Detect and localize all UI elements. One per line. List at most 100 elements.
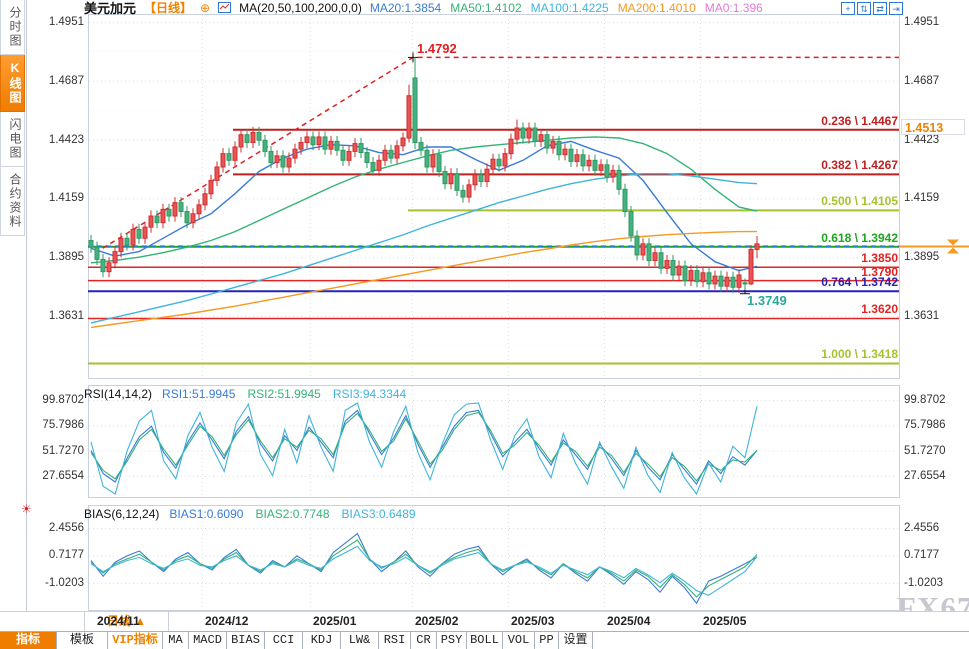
price-axis-label: 1.4159 [28, 192, 84, 204]
ma-params-label[interactable]: MA(20,50,100,200,0,0) [239, 1, 362, 15]
price-axis-label: 1.4951 [28, 16, 84, 28]
toolbar-item-boll[interactable]: BOLL [467, 632, 503, 649]
period-tag: 【日线】 [144, 0, 192, 16]
toolbar-item-macd[interactable]: MACD [189, 632, 227, 649]
bias-axis-label: 0.7177 [28, 549, 84, 561]
indicator-value-label: BIAS2:0.7748 [255, 507, 329, 521]
toolbar-item-templates[interactable]: 模板 [57, 632, 108, 649]
ma-lines [91, 137, 757, 328]
rsi-header: RSI(14,14,2) RSI1:51.9945RSI2:51.9945RSI… [84, 387, 418, 401]
symbol-title: 美元加元 [84, 0, 136, 17]
sidebar-tab-contract-info[interactable]: 合约资料 [0, 167, 25, 236]
rsi-axis-label: 99.8702 [28, 394, 84, 406]
sidebar-tab-flash-chart[interactable]: 闪电图 [0, 112, 25, 167]
fib-level-label: 0.764 \ 1.3742 [768, 276, 898, 289]
bias-title[interactable]: BIAS(6,12,24) [84, 507, 159, 521]
bias-values: BIAS1:0.6090 BIAS2:0.7748 BIAS3:0.6489 [169, 507, 427, 521]
bias-axis-label: 2.4556 [904, 522, 939, 534]
chart-canvas[interactable] [0, 0, 969, 649]
ma-value-label: MA20:1.3854 [370, 1, 441, 15]
price-axis-label: 1.4951 [904, 16, 939, 28]
toolbar-item-vol[interactable]: VOL [503, 632, 535, 649]
toolbar-item-vip-indicators[interactable]: VIP指标 [108, 632, 163, 649]
bias-header: BIAS(6,12,24) BIAS1:0.6090BIAS2:0.7748BI… [84, 507, 428, 521]
indicator-value-label: BIAS1:0.6090 [169, 507, 243, 521]
rsi-axis-label: 51.7270 [28, 445, 84, 457]
toolbar-item-cr[interactable]: CR [411, 632, 437, 649]
rsi-axis-label: 75.7986 [904, 419, 946, 431]
bias-axis-label: -1.0203 [904, 577, 943, 589]
price-axis-label: 1.3895 [28, 251, 84, 263]
date-label: 2024/11 [97, 614, 140, 628]
toolbar-item-kdj[interactable]: KDJ [303, 632, 341, 649]
date-label: 2025/02 [415, 614, 458, 628]
rsi-axis-label: 51.7270 [904, 445, 946, 457]
price-axis-label: 1.4687 [28, 75, 84, 87]
trend-line [95, 52, 899, 253]
toolbar-item-settings[interactable]: 设置 [559, 632, 593, 649]
sidebar-tab-kline-chart[interactable]: K线图 [0, 55, 25, 112]
date-label: 2025/01 [313, 614, 356, 628]
toolbar-item-bias[interactable]: BIAS [227, 632, 265, 649]
price-axis-label: 1.3895 [904, 251, 939, 263]
rsi-axis-label: 27.6554 [904, 470, 946, 482]
date-label: 2024/12 [205, 614, 248, 628]
bias-axis-label: -1.0203 [28, 577, 84, 589]
price-axis-label: 1.4687 [904, 75, 939, 87]
ma-value-label: MA0:1.396 [705, 1, 763, 15]
alert-sun-icon[interactable]: ☀ [21, 502, 32, 516]
price-axis-label: 1.4159 [904, 192, 939, 204]
rsi-axis-label: 75.7986 [28, 419, 84, 431]
ma-value-label: MA50:1.4102 [450, 1, 521, 15]
toolbar-item-rsi[interactable]: RSI [379, 632, 411, 649]
indicator-value-label: RSI1:51.9945 [162, 387, 235, 401]
price-axis-label: 1.4423 [28, 134, 84, 146]
indicator-value-label: RSI2:51.9945 [247, 387, 320, 401]
fib-level-label: 1.3620 [768, 303, 898, 316]
bias-lines [91, 534, 757, 604]
toolbar-item-lw[interactable]: LW& [341, 632, 379, 649]
add-indicator-icon[interactable]: ⊕ [200, 1, 210, 15]
indicator-value-label: RSI3:94.3344 [333, 387, 406, 401]
rsi-title[interactable]: RSI(14,14,2) [84, 387, 152, 401]
fib-level-label: 0.618 \ 1.3942 [768, 232, 898, 245]
toolbar-item-ma[interactable]: MA [163, 632, 189, 649]
rsi-values: RSI1:51.9945 RSI2:51.9945 RSI3:94.3344 [162, 387, 418, 401]
axis-zoom-icon[interactable]: ⇅ [857, 2, 871, 15]
price-axis-label: 1.3631 [28, 310, 84, 322]
chart-header: 美元加元 【日线】 ⊕ MA(20,50,100,200,0,0) MA20:1… [84, 0, 772, 15]
bias-axis-label: 0.7177 [904, 549, 939, 561]
fib-level-label: 0.500 \ 1.4105 [768, 195, 898, 208]
bias-axis-label: 2.4556 [28, 522, 84, 534]
pan-icon[interactable]: + [841, 2, 855, 15]
toolbar-item-psy[interactable]: PSY [437, 632, 467, 649]
highlight-price-label: 1.4513 [901, 119, 965, 135]
axis-pan-icon[interactable]: ⇄ [873, 2, 887, 15]
fib-level-label: 1.000 \ 1.3418 [768, 348, 898, 361]
date-label: 2025/04 [607, 614, 650, 628]
sidebar-tab-time-chart[interactable]: 分时图 [0, 0, 25, 55]
toolbar-item-pp[interactable]: PP [535, 632, 559, 649]
trading-app-window: 分时图K线图闪电图合约资料 美元加元 【日线】 ⊕ MA(20,50,100,2… [0, 0, 969, 649]
toolbar-item-cci[interactable]: CCI [265, 632, 303, 649]
rsi-axis-label: 27.6554 [28, 470, 84, 482]
indicator-value-label: BIAS3:0.6489 [342, 507, 416, 521]
ma-value-label: MA100:1.4225 [531, 1, 609, 15]
left-tab-bar: 分时图K线图闪电图合约资料 [0, 0, 27, 612]
chart-tool-icons: +⇅⇄⇥ [841, 2, 903, 15]
date-axis-row: 日线 ▲ 2024/112024/122025/012025/022025/03… [0, 611, 969, 633]
shift-right-icon[interactable]: ⇥ [889, 2, 903, 15]
trend-high-label: 1.4792 [417, 41, 457, 56]
date-label: 2025/03 [511, 614, 554, 628]
rsi-axis-label: 99.8702 [904, 394, 946, 406]
price-axis-label: 1.3631 [904, 310, 939, 322]
rsi-lines [91, 403, 757, 494]
fib-level-label: 0.236 \ 1.4467 [768, 115, 898, 128]
bottom-toolbar: 指标模板VIP指标MAMACDBIASCCIKDJLW&RSICRPSYBOLL… [0, 631, 969, 649]
fib-level-label: 0.382 \ 1.4267 [768, 159, 898, 172]
kline-chart-icon [218, 2, 231, 13]
ma-values: MA20:1.3854 MA50:1.4102 MA100:1.4225 MA200:… [370, 1, 772, 15]
toolbar-item-indicators[interactable]: 指标 [0, 632, 57, 649]
ma-value-label: MA200:1.4010 [618, 1, 696, 15]
date-label: 2025/05 [703, 614, 746, 628]
